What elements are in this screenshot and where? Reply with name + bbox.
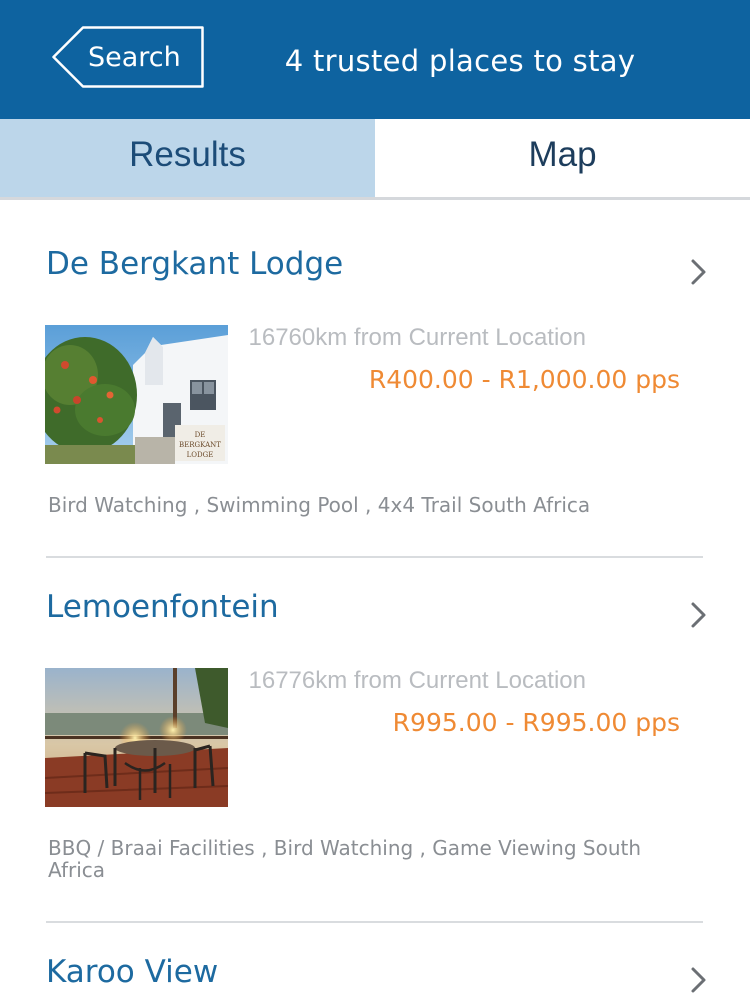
listing-photo: DE BERGKANT LODGE <box>45 325 228 464</box>
listing-photo <box>45 668 228 807</box>
svg-text:LODGE: LODGE <box>187 451 214 459</box>
nav-bar: Search 4 trusted places to stay <box>0 0 750 119</box>
chevron-right-icon[interactable] <box>690 601 708 629</box>
list-item[interactable]: Karoo View <box>0 954 750 1000</box>
back-search-button[interactable]: Search <box>52 26 204 88</box>
tab-map[interactable]: Map <box>375 119 750 197</box>
svg-text:DE: DE <box>195 431 206 439</box>
price-range: R400.00 - R1,000.00 pps <box>368 365 680 394</box>
amenities-text: BBQ / Braai Facilities , Bird Watching ,… <box>48 836 642 882</box>
back-button-label: Search <box>88 42 181 73</box>
svg-text:BERGKANT: BERGKANT <box>179 441 221 449</box>
list-item[interactable]: De Bergkant Lodge DE BERGKANT LODGE 1676… <box>0 246 750 556</box>
divider <box>46 921 703 923</box>
price-range: R995.00 - R995.00 pps <box>392 708 680 737</box>
view-tabs: Results Map <box>0 119 750 200</box>
chevron-right-icon[interactable] <box>690 258 708 286</box>
list-item[interactable]: Lemoenfontein 16776km from Current Locat… <box>0 589 750 899</box>
listing-title[interactable]: Lemoenfontein <box>46 589 279 625</box>
chevron-right-icon[interactable] <box>690 966 708 994</box>
tab-results[interactable]: Results <box>0 119 375 197</box>
page-title: 4 trusted places to stay <box>284 44 636 78</box>
amenities-text: Bird Watching , Swimming Pool , 4x4 Trai… <box>48 493 591 517</box>
listing-title[interactable]: Karoo View <box>46 954 218 990</box>
distance-text: 16776km from Current Location <box>248 667 587 694</box>
distance-text: 16760km from Current Location <box>248 324 587 351</box>
listing-title[interactable]: De Bergkant Lodge <box>46 246 343 282</box>
divider <box>46 556 703 558</box>
